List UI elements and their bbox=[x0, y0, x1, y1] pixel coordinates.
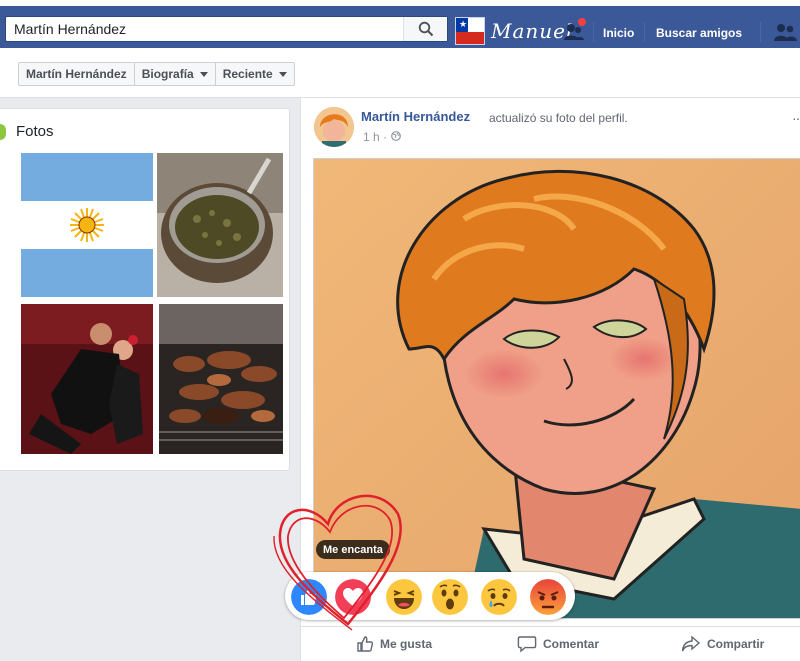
timeline-label: Biografía bbox=[141, 67, 194, 81]
chevron-down-icon bbox=[199, 71, 208, 77]
friends-icon[interactable] bbox=[772, 21, 798, 43]
photos-icon bbox=[0, 123, 6, 140]
comment-button[interactable]: Comentar bbox=[517, 635, 599, 653]
author-avatar[interactable] bbox=[314, 107, 354, 147]
photos-title[interactable]: Fotos bbox=[16, 123, 54, 140]
wow-icon[interactable] bbox=[432, 579, 468, 615]
friend-requests-button[interactable] bbox=[563, 17, 587, 43]
comment-label: Comentar bbox=[543, 637, 600, 651]
divider bbox=[593, 22, 594, 42]
love-icon[interactable] bbox=[335, 579, 371, 615]
mate-image bbox=[157, 153, 283, 297]
asado-image bbox=[159, 304, 283, 454]
divider bbox=[644, 22, 645, 42]
profile-navigation: Martín Hernández Biografía Reciente bbox=[0, 48, 800, 98]
post-timestamp[interactable]: 1 h · bbox=[363, 130, 387, 144]
photos-header: Fotos bbox=[0, 123, 54, 140]
photo-asado[interactable] bbox=[159, 304, 283, 454]
chevron-down-icon bbox=[278, 71, 287, 77]
comment-icon bbox=[517, 636, 537, 653]
thumbs-up-icon bbox=[357, 636, 374, 652]
divider bbox=[760, 22, 761, 42]
nav-find-friends-link[interactable]: Buscar amigos bbox=[656, 26, 742, 40]
photo-argentina-flag[interactable] bbox=[21, 153, 153, 297]
share-label: Compartir bbox=[707, 637, 765, 651]
search-icon bbox=[418, 21, 433, 37]
timeline-dropdown[interactable]: Biografía bbox=[135, 63, 216, 85]
argentina-flag-image bbox=[21, 153, 153, 297]
nav-home-link[interactable]: Inicio bbox=[603, 26, 634, 40]
profile-name-label: Martín Hernández bbox=[26, 67, 127, 81]
globe-icon bbox=[391, 131, 401, 141]
profile-shortcut-name: Manuel bbox=[491, 19, 574, 43]
profile-name-button[interactable]: Martín Hernández bbox=[19, 63, 135, 85]
notification-badge bbox=[577, 17, 587, 27]
share-icon bbox=[681, 635, 701, 652]
angry-icon[interactable] bbox=[530, 579, 566, 615]
post-action-text: actualizó su foto del perfil. bbox=[489, 111, 628, 125]
haha-icon[interactable] bbox=[386, 579, 422, 615]
search-input[interactable] bbox=[6, 17, 403, 41]
author-avatar-image bbox=[314, 107, 354, 147]
like-icon[interactable] bbox=[291, 579, 327, 615]
top-bar: ★ Manuel Inicio Buscar amigos bbox=[0, 0, 800, 48]
sad-icon[interactable] bbox=[481, 579, 517, 615]
reactions-picker bbox=[285, 572, 575, 620]
profile-nav-buttons: Martín Hernández Biografía Reciente bbox=[18, 62, 295, 86]
reaction-tooltip: Me encanta bbox=[316, 540, 390, 559]
chile-flag-avatar: ★ bbox=[455, 17, 485, 45]
search-button[interactable] bbox=[403, 17, 447, 41]
photo-tango[interactable] bbox=[21, 304, 153, 454]
photo-mate[interactable] bbox=[157, 153, 283, 297]
recent-dropdown[interactable]: Reciente bbox=[216, 63, 294, 85]
post-options-button[interactable]: ··· bbox=[792, 110, 800, 126]
tango-image bbox=[21, 304, 153, 454]
like-button[interactable]: Me gusta bbox=[356, 635, 432, 653]
profile-shortcut[interactable]: ★ Manuel bbox=[455, 16, 573, 46]
share-button[interactable]: Compartir bbox=[681, 635, 764, 653]
search-box bbox=[5, 16, 448, 42]
post-actions-bar: Me gusta Comentar Compartir bbox=[301, 626, 800, 661]
photos-card: Fotos bbox=[0, 108, 290, 471]
like-label: Me gusta bbox=[380, 637, 433, 651]
post-author-name[interactable]: Martín Hernández bbox=[361, 109, 470, 124]
recent-label: Reciente bbox=[222, 67, 273, 81]
